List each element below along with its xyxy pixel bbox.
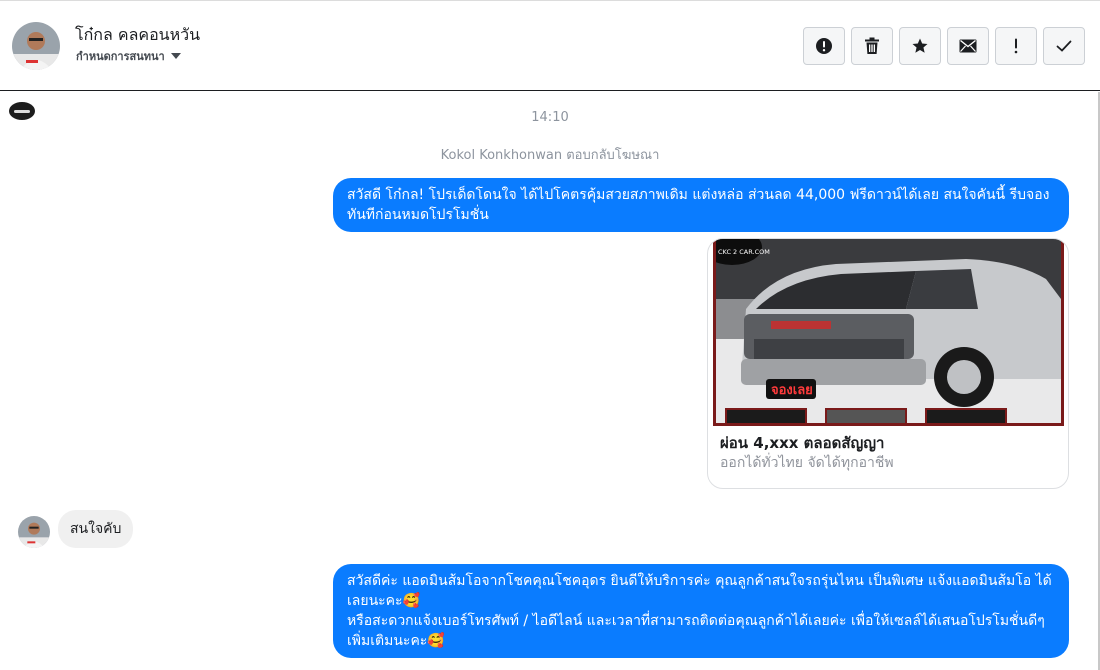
caret-down-icon: [170, 53, 181, 59]
messenger-conversation: โก๋กล คลคอนหวัน กำหนดการสนทนา 14:10 Koko…: [0, 0, 1100, 670]
star-button[interactable]: [899, 27, 941, 65]
report-spam-button[interactable]: [803, 27, 845, 65]
incoming-message: สนใจคับ: [58, 510, 134, 548]
message-line: สวัสดีค่ะ แอดมินส้มโอจากโชคคุณโชคอุดร ยิ…: [347, 573, 1052, 609]
mark-important-button[interactable]: [995, 27, 1037, 65]
car-ad-image: CKC 2 CAR.COM จองเลย: [713, 239, 1064, 426]
sender-avatar[interactable]: [18, 516, 50, 548]
ad-reply-note: Kokol Konkhonwan ตอบกลับโฆษณา: [440, 148, 660, 163]
delete-button[interactable]: [851, 27, 893, 65]
ad-badge: จองเลย: [771, 383, 813, 398]
check-icon: [1056, 40, 1072, 52]
star-icon: [912, 38, 928, 53]
header-actions: [803, 27, 1085, 65]
contact-name: โก๋กล คลคอนหวัน: [75, 25, 201, 44]
conversation-header: โก๋กล คลคอนหวัน กำหนดการสนทนา: [0, 0, 1100, 91]
image-watermark: CKC 2 CAR.COM: [718, 248, 770, 256]
conversation-settings-label: กำหนดการสนทนา: [76, 50, 165, 63]
ad-card-subtitle: ออกได้ทั่วไทย จัดได้ทุกอาชีพ: [720, 455, 894, 471]
mail-icon: [959, 39, 977, 53]
outgoing-message: สวัสดีค่ะ แอดมินส้มโอจากโชคคุณโชคอุดร ยิ…: [333, 564, 1069, 658]
ad-card[interactable]: CKC 2 CAR.COM จองเลย ผ่อน 4,xxx ตลอดสัญญ…: [707, 238, 1069, 489]
mark-unread-button[interactable]: [947, 27, 989, 65]
outgoing-message: สวัสดี โก๋กล! โปรเด็ดโดนใจ ได้ไปโคตรคุ้ม…: [333, 178, 1069, 232]
message-timestamp: 14:10: [531, 110, 569, 125]
mark-done-button[interactable]: [1043, 27, 1085, 65]
trash-icon: [865, 37, 879, 54]
alert-circle-icon: [816, 38, 832, 54]
message-thread: 14:10 Kokol Konkhonwan ตอบกลับโฆษณา สวัส…: [0, 92, 1100, 670]
contact-avatar[interactable]: [12, 22, 60, 70]
exclamation-icon: [1014, 38, 1018, 54]
message-line: หรือสะดวกแจ้งเบอร์โทรศัพท์ / ไอดีไลน์ แล…: [347, 613, 1045, 649]
conversation-settings[interactable]: กำหนดการสนทนา: [76, 47, 181, 65]
